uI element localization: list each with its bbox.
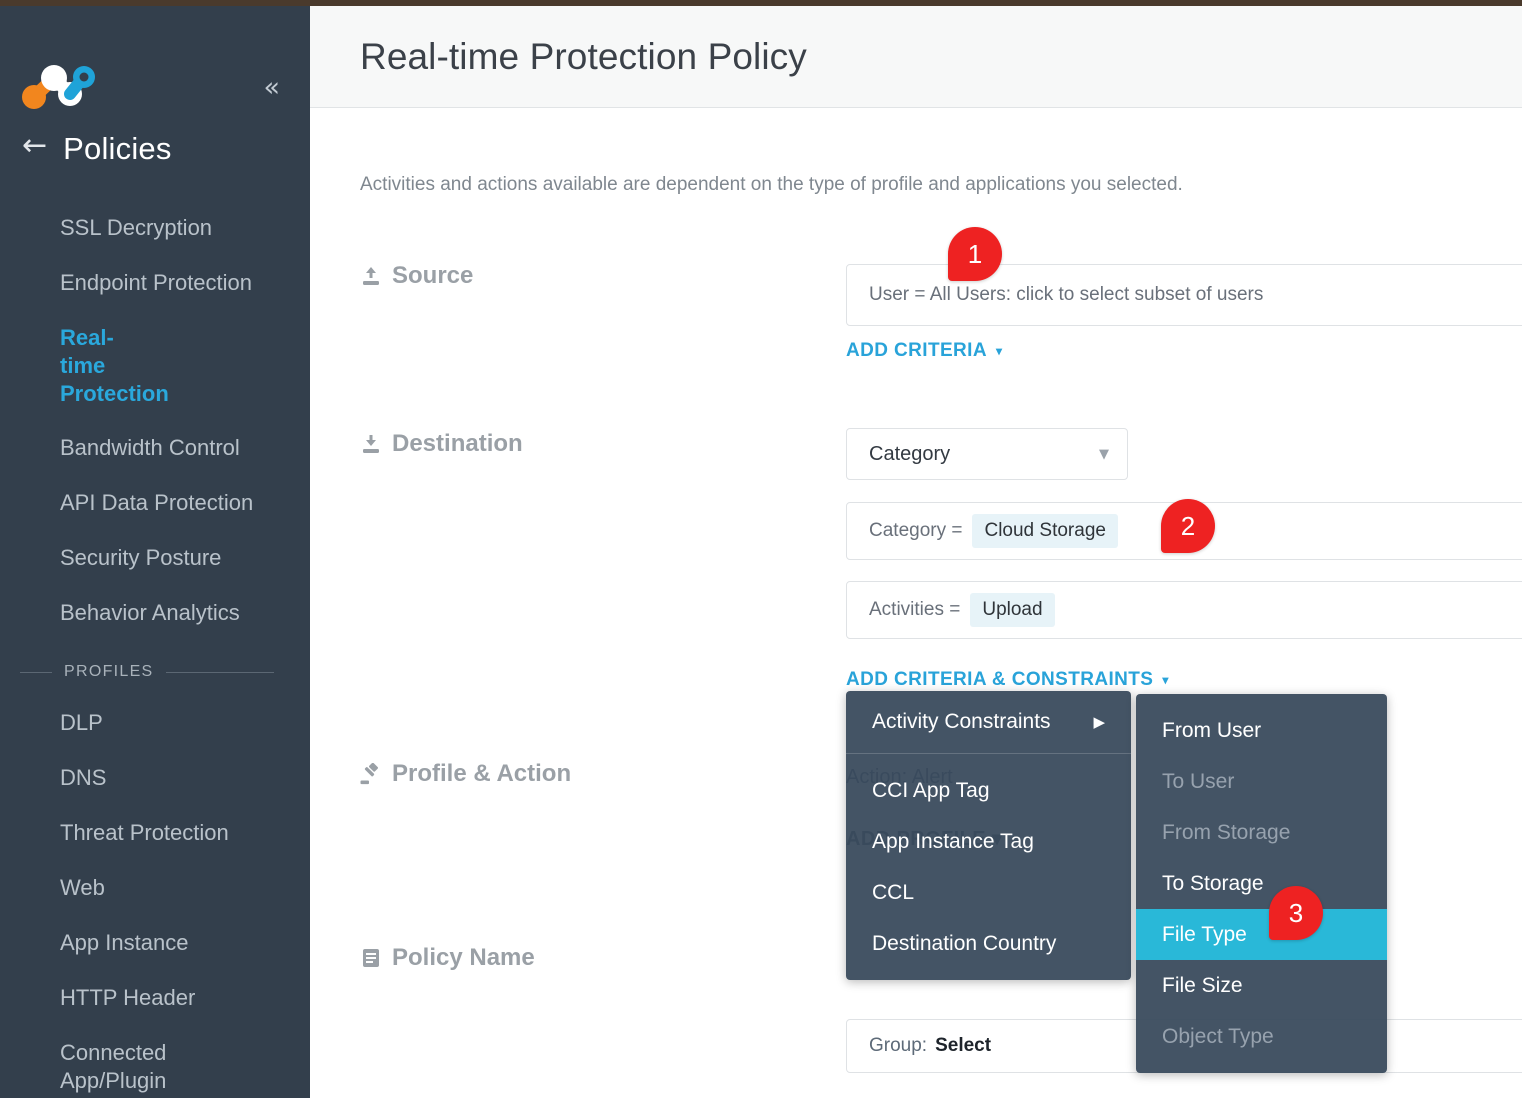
policy-group-prefix: Group:: [869, 1035, 928, 1056]
profile-action-row-label: Profile & Action: [360, 760, 571, 788]
submenu-spacer-top: [1136, 694, 1387, 705]
sidebar-nav: SSL Decryption Endpoint Protection Real-…: [0, 214, 310, 1095]
add-criteria-menu: Activity Constraints ▶ CCI App Tag App I…: [846, 691, 1131, 980]
sidebar-item-threat-protection[interactable]: Threat Protection: [0, 819, 310, 847]
add-criteria-source-label: ADD CRITERIA: [846, 340, 987, 361]
document-icon: [360, 946, 382, 970]
brand-logo-icon: [20, 64, 98, 110]
app-root: « ← Policies SSL Decryption Endpoint Pro…: [0, 0, 1522, 1098]
divider-line-right: [165, 671, 274, 673]
submenu-item-file-type[interactable]: File Type: [1136, 909, 1387, 960]
step-badge-2: 2: [1161, 499, 1215, 553]
criteria-key-activities: Activities =: [869, 599, 961, 620]
sidebar-item-api-data-protection[interactable]: API Data Protection: [0, 489, 310, 517]
policy-group-value: Select: [935, 1035, 992, 1056]
sidebar-item-app-instance[interactable]: App Instance: [0, 929, 310, 957]
menu-item-cci-app-tag[interactable]: CCI App Tag: [846, 765, 1131, 816]
page-title: Real-time Protection Policy: [360, 35, 807, 77]
menu-spacer-bottom: [846, 969, 1131, 980]
submenu-item-from-storage: From Storage: [1162, 820, 1291, 844]
submenu-item-from-user[interactable]: From User: [1136, 705, 1387, 756]
menu-spacer: [846, 754, 1131, 765]
destination-type-value: Category: [869, 442, 951, 465]
add-criteria-source-button[interactable]: ADD CRITERIA ▾: [846, 340, 1002, 362]
page-subtitle: Activities and actions available are dep…: [360, 174, 1183, 195]
criteria-chip-upload[interactable]: Upload: [970, 593, 1055, 627]
step-badge-3: 3: [1269, 886, 1323, 940]
menu-item-destination-country[interactable]: Destination Country: [846, 918, 1131, 969]
sidebar-item-real-time-protection[interactable]: Real-time Protection: [0, 324, 169, 408]
download-icon: [360, 432, 382, 456]
sidebar-top: «: [0, 6, 310, 112]
policy-name-label: Policy Name: [392, 944, 535, 971]
menu-item-activity-constraints-label: Activity Constraints: [872, 710, 1051, 733]
arrow-left-icon[interactable]: ←: [22, 131, 47, 161]
add-criteria-constraints-button[interactable]: ADD CRITERIA & CONSTRAINTS ▾: [846, 669, 1169, 691]
sidebar-item-security-posture[interactable]: Security Posture: [0, 544, 310, 572]
add-criteria-constraints-label: ADD CRITERIA & CONSTRAINTS: [846, 669, 1154, 690]
sidebar-item-dlp[interactable]: DLP: [0, 709, 310, 737]
destination-type-select[interactable]: Category ▼: [846, 428, 1128, 480]
upload-icon: [360, 264, 382, 288]
menu-item-ccl[interactable]: CCL: [846, 867, 1131, 918]
chevron-right-icon: ▶: [1093, 714, 1105, 731]
sidebar: « ← Policies SSL Decryption Endpoint Pro…: [0, 6, 310, 1098]
sidebar-collapse-icon[interactable]: «: [263, 74, 280, 101]
submenu-item-object-type: Object Type: [1162, 1024, 1274, 1048]
sidebar-section-label: PROFILES: [64, 663, 154, 680]
destination-criteria-row-activities[interactable]: Activities = Upload: [846, 581, 1522, 639]
submenu-item-to-user: To User: [1162, 769, 1235, 793]
step-badge-1: 1: [948, 227, 1002, 281]
criteria-key-category: Category =: [869, 520, 963, 541]
menu-item-activity-constraints[interactable]: Activity Constraints ▶: [846, 691, 1131, 753]
source-row-label: Source: [360, 262, 473, 290]
submenu-spacer-bottom: [1136, 1062, 1387, 1073]
sidebar-back-header[interactable]: ← Policies: [0, 112, 310, 186]
profile-action-label: Profile & Action: [392, 760, 572, 787]
chevron-down-icon: ▾: [1162, 673, 1169, 687]
sidebar-item-web[interactable]: Web: [0, 874, 310, 902]
chevron-down-icon: ▼: [1099, 446, 1109, 462]
sidebar-item-ssl-decryption[interactable]: SSL Decryption: [0, 214, 310, 242]
gavel-icon: [360, 762, 382, 786]
source-user-value: User = All Users: click to select subset…: [869, 284, 1264, 305]
submenu-item-file-size[interactable]: File Size: [1136, 960, 1387, 1011]
sidebar-header-title: Policies: [63, 131, 172, 166]
menu-item-app-instance-tag[interactable]: App Instance Tag: [846, 816, 1131, 867]
sidebar-item-http-header[interactable]: HTTP Header: [0, 984, 310, 1012]
sidebar-section-divider-profiles: PROFILES: [0, 663, 310, 681]
chevron-down-icon: ▾: [995, 344, 1003, 358]
policy-name-row-label: Policy Name: [360, 944, 535, 972]
activity-constraints-submenu: From User To User From Storage To Storag…: [1136, 694, 1387, 1073]
sidebar-item-endpoint-protection[interactable]: Endpoint Protection: [0, 269, 310, 297]
page-header: Real-time Protection Policy: [310, 6, 1522, 108]
destination-label: Destination: [392, 430, 523, 457]
sidebar-item-connected-app-plugin[interactable]: Connected App/Plugin: [0, 1039, 166, 1095]
sidebar-item-bandwidth-control[interactable]: Bandwidth Control: [0, 434, 310, 462]
sidebar-item-dns[interactable]: DNS: [0, 764, 310, 792]
source-label: Source: [392, 262, 474, 289]
divider-line-left: [20, 671, 52, 673]
criteria-chip-cloud-storage[interactable]: Cloud Storage: [972, 514, 1118, 548]
destination-row-label: Destination: [360, 430, 523, 458]
submenu-item-to-storage[interactable]: To Storage: [1136, 858, 1387, 909]
sidebar-item-behavior-analytics[interactable]: Behavior Analytics: [0, 599, 310, 627]
